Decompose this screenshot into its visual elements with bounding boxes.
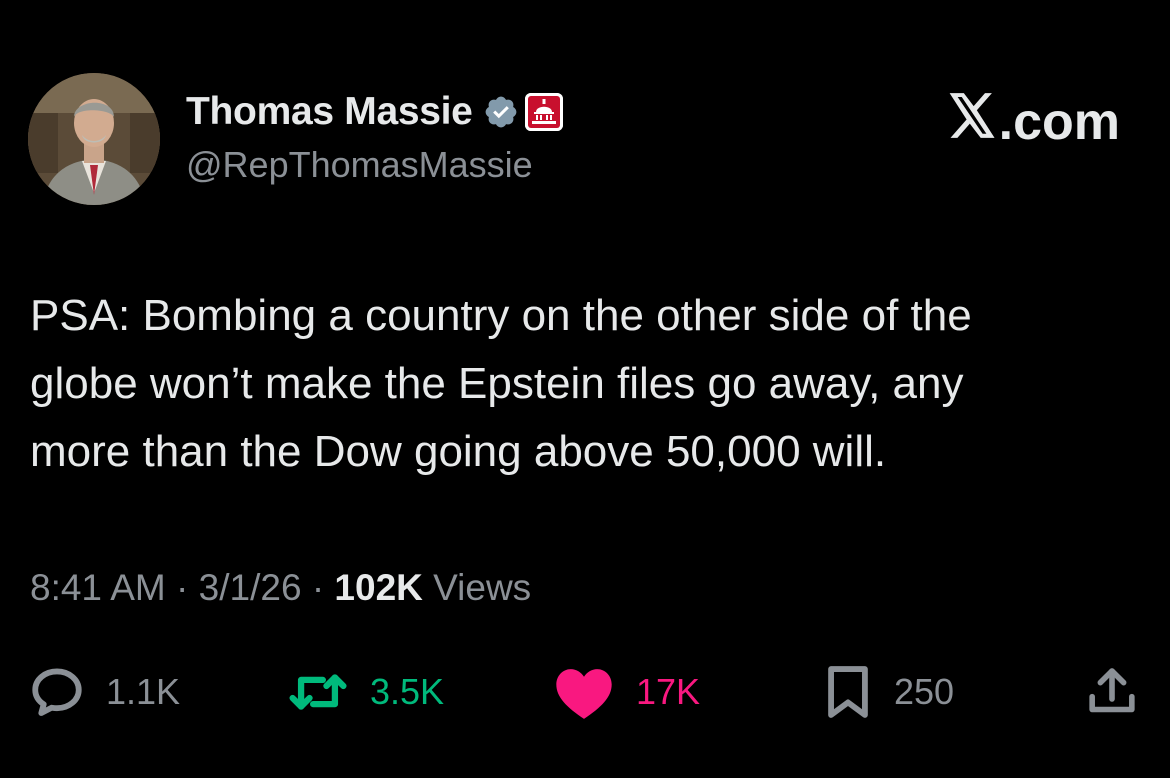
reply-button[interactable]: 1.1K (28, 660, 180, 724)
author-display-name[interactable]: Thomas Massie (186, 90, 473, 134)
repost-arrows-icon (286, 663, 350, 721)
repost-count: 3.5K (370, 671, 445, 712)
views-label: Views (433, 567, 532, 608)
author-avatar[interactable] (28, 73, 160, 205)
verified-check-icon[interactable] (483, 94, 519, 130)
tweet-meta: 8:41 AM · 3/1/26 · 102K Views (30, 567, 531, 609)
capitol-dome-badge-icon[interactable] (524, 93, 563, 131)
reply-count: 1.1K (106, 671, 181, 712)
like-button[interactable]: 17K (552, 660, 700, 724)
bookmark-count: 250 (894, 671, 955, 712)
tweet-action-bar: 1.1K 3.5K 17K 250 (0, 660, 1170, 724)
meta-separator: · (311, 567, 325, 608)
author-name-row: Thomas Massie (186, 88, 563, 136)
like-count: 17K (636, 671, 701, 712)
bookmark-button[interactable]: 250 (822, 660, 954, 724)
author-handle[interactable]: @RepThomasMassie (186, 144, 533, 186)
x-com-watermark: .com (947, 92, 1120, 152)
tweet-text: PSA: Bombing a country on the other side… (30, 291, 972, 476)
tweet-time[interactable]: 8:41 AM (30, 567, 166, 608)
speech-bubble-icon (28, 663, 86, 721)
heart-icon (552, 663, 616, 721)
share-button[interactable] (1084, 660, 1140, 724)
meta-separator: · (176, 567, 189, 608)
views-count: 102K (334, 567, 423, 608)
repost-button[interactable]: 3.5K (286, 660, 444, 724)
bookmark-icon (822, 663, 874, 721)
x-logo-icon (947, 92, 999, 152)
x-com-domain: .com (998, 93, 1120, 151)
share-upload-icon (1084, 663, 1140, 721)
tweet-date[interactable]: 3/1/26 (199, 567, 302, 608)
